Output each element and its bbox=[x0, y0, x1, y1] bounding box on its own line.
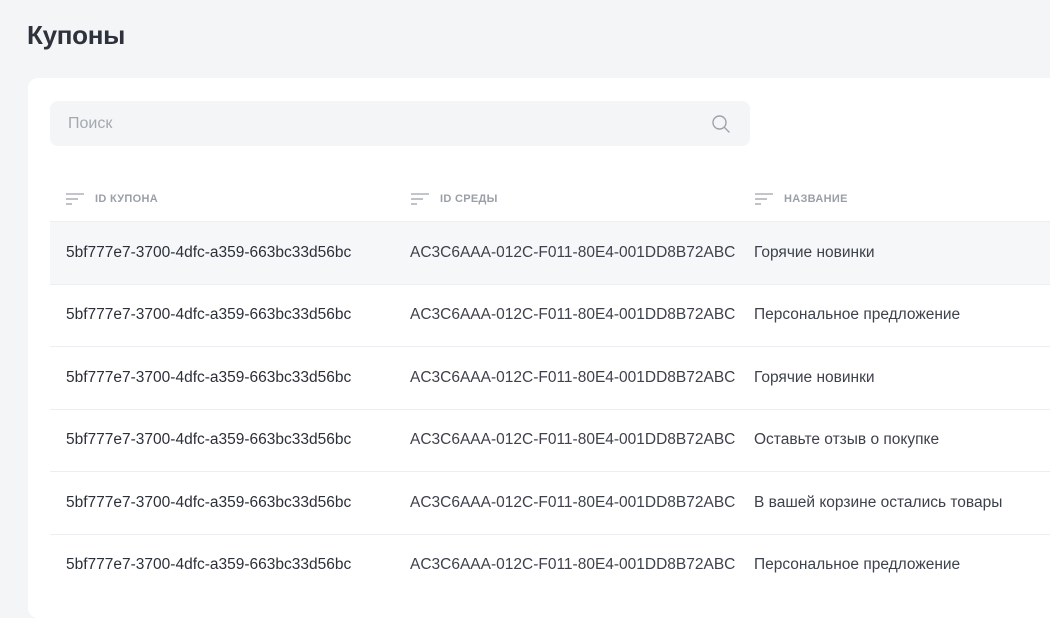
search-input[interactable] bbox=[50, 101, 690, 146]
table-header: ID КУПОНА ID СРЕДЫ НАЗВАНИЕ bbox=[50, 176, 1050, 221]
cell-coupon-id: 5bf777e7-3700-4dfc-a359-663bc33d56bc bbox=[66, 493, 352, 511]
cell-coupon-id: 5bf777e7-3700-4dfc-a359-663bc33d56bc bbox=[66, 306, 352, 324]
cell-name: Персональное предложение bbox=[754, 306, 961, 324]
page-title: Купоны bbox=[27, 20, 126, 50]
coupons-card: ID КУПОНА ID СРЕДЫ НАЗВАНИЕ 5bf777e7-370… bbox=[28, 78, 1050, 618]
table-row[interactable]: 5bf777e7-3700-4dfc-a359-663bc33d56bc AC3… bbox=[50, 533, 1050, 597]
cell-env-id: AC3C6AAA-012C-F011-80E4-001DD8B72ABC bbox=[410, 431, 736, 449]
cell-coupon-id: 5bf777e7-3700-4dfc-a359-663bc33d56bc bbox=[66, 243, 352, 261]
cell-name: Персональное предложение bbox=[754, 556, 961, 574]
cell-env-id: AC3C6AAA-012C-F011-80E4-001DD8B72ABC bbox=[410, 243, 736, 261]
cell-name: В вашей корзине остались товары bbox=[754, 493, 1003, 511]
cell-coupon-id: 5bf777e7-3700-4dfc-a359-663bc33d56bc bbox=[66, 368, 352, 386]
column-header-env-id[interactable]: ID СРЕДЫ bbox=[411, 176, 498, 221]
cell-coupon-id: 5bf777e7-3700-4dfc-a359-663bc33d56bc bbox=[66, 431, 352, 449]
cell-env-id: AC3C6AAA-012C-F011-80E4-001DD8B72ABC bbox=[410, 493, 736, 511]
cell-env-id: AC3C6AAA-012C-F011-80E4-001DD8B72ABC bbox=[410, 306, 736, 324]
table-row[interactable]: 5bf777e7-3700-4dfc-a359-663bc33d56bc AC3… bbox=[50, 283, 1050, 347]
table-row[interactable]: 5bf777e7-3700-4dfc-a359-663bc33d56bc AC3… bbox=[50, 471, 1050, 534]
column-header-label: ID СРЕДЫ bbox=[440, 192, 498, 205]
sort-icon[interactable] bbox=[66, 192, 84, 206]
table-row[interactable]: 5bf777e7-3700-4dfc-a359-663bc33d56bc AC3… bbox=[50, 408, 1050, 472]
table-row[interactable]: 5bf777e7-3700-4dfc-a359-663bc33d56bc AC3… bbox=[50, 346, 1050, 409]
cell-env-id: AC3C6AAA-012C-F011-80E4-001DD8B72ABC bbox=[410, 556, 736, 574]
cell-name: Горячие новинки bbox=[754, 368, 875, 386]
cell-coupon-id: 5bf777e7-3700-4dfc-a359-663bc33d56bc bbox=[66, 556, 352, 574]
cell-name: Оставьте отзыв о покупке bbox=[754, 431, 940, 449]
table-row[interactable]: 5bf777e7-3700-4dfc-a359-663bc33d56bc AC3… bbox=[50, 221, 1050, 284]
column-header-coupon-id[interactable]: ID КУПОНА bbox=[66, 176, 158, 221]
column-header-name[interactable]: НАЗВАНИЕ bbox=[755, 176, 848, 221]
coupons-table: 5bf777e7-3700-4dfc-a359-663bc33d56bc AC3… bbox=[50, 221, 1050, 596]
cell-name: Горячие новинки bbox=[754, 243, 875, 261]
sort-icon[interactable] bbox=[755, 192, 773, 206]
search-box[interactable] bbox=[50, 101, 750, 146]
column-header-label: ID КУПОНА bbox=[95, 192, 158, 205]
sort-icon[interactable] bbox=[411, 192, 429, 206]
search-icon[interactable] bbox=[711, 114, 731, 134]
cell-env-id: AC3C6AAA-012C-F011-80E4-001DD8B72ABC bbox=[410, 368, 736, 386]
column-header-label: НАЗВАНИЕ bbox=[784, 192, 848, 205]
